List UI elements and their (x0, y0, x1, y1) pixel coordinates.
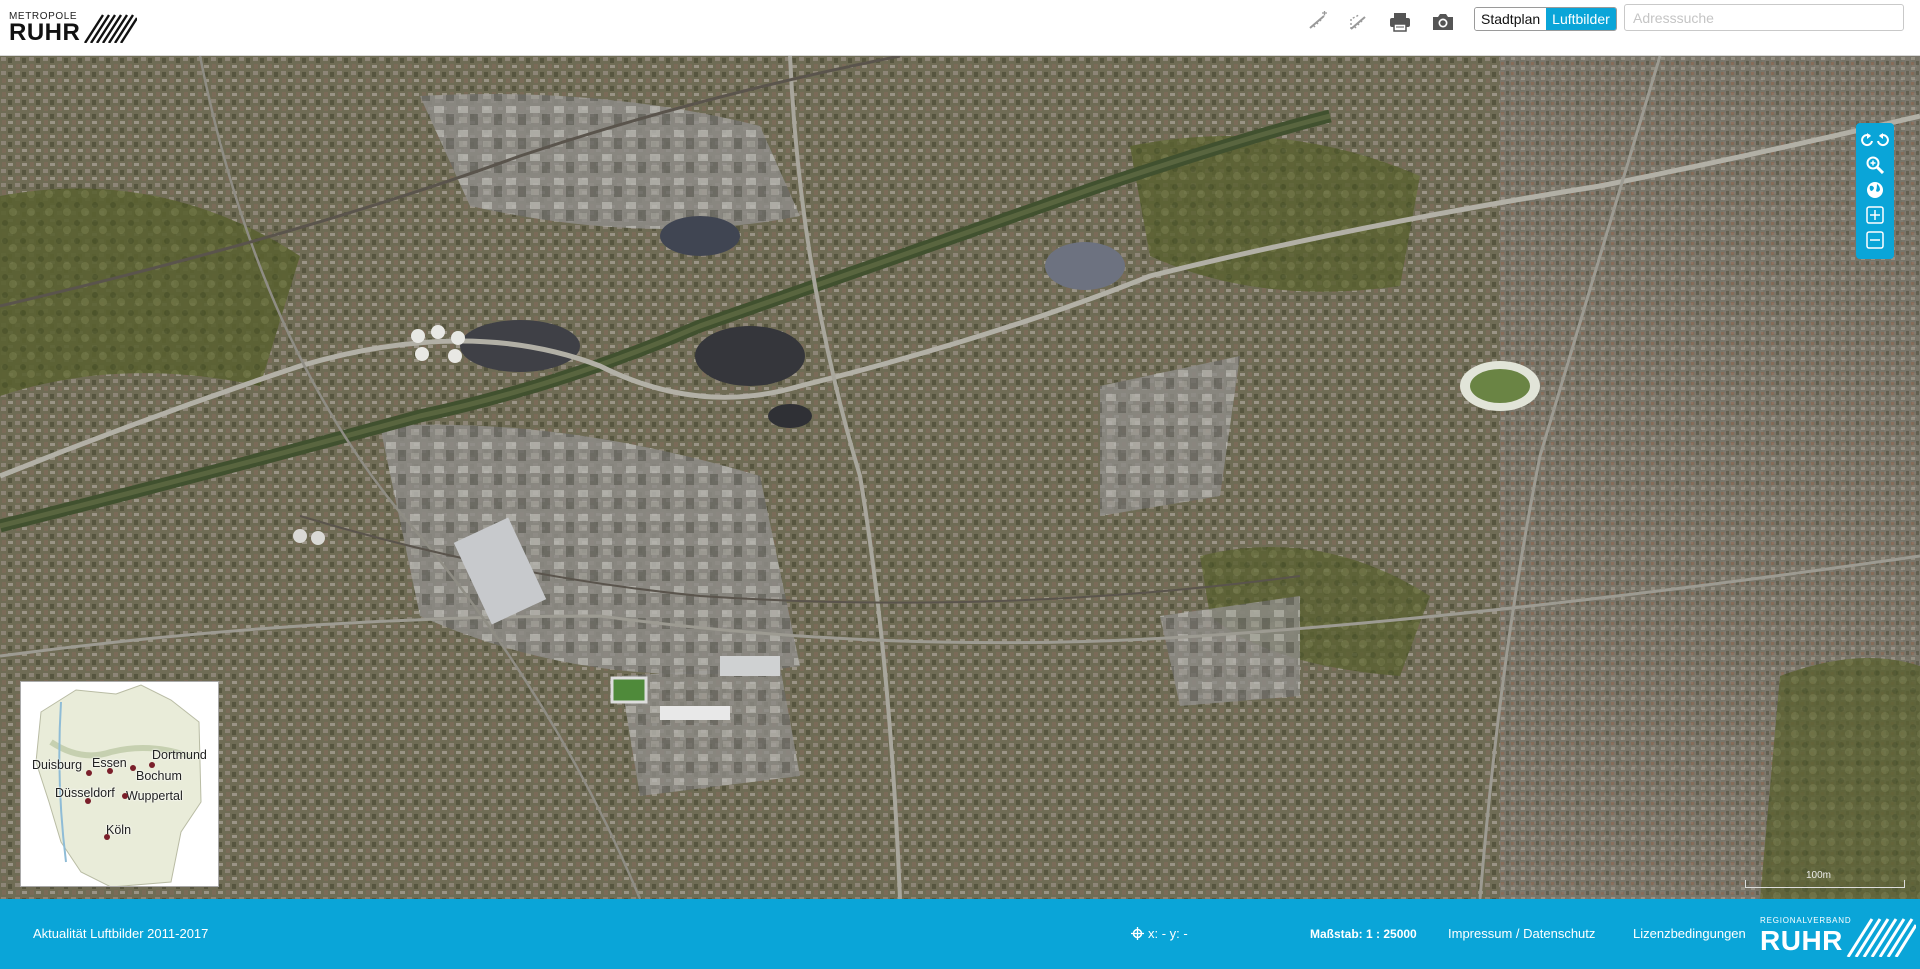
overview-region-shape (35, 684, 202, 886)
overview-dot-bochum (130, 765, 136, 771)
overview-map[interactable]: Dortmund Duisburg Essen Bochum Düsseldor… (20, 681, 219, 887)
metropole-ruhr-logo[interactable]: METROPOLE RUHR (9, 11, 137, 46)
zoom-in-button[interactable] (1856, 204, 1894, 226)
coordinate-readout: x: - y: - (1131, 926, 1188, 941)
overview-dot-koeln (104, 834, 110, 840)
scale-bar-label: 100m (1806, 870, 1832, 881)
rvr-logo-line1: REGIONALVERBAND (1760, 916, 1852, 925)
undo-redo-icon (1861, 133, 1889, 147)
impressum-link[interactable]: Impressum / Datenschutz (1448, 926, 1595, 941)
ruler-line-icon (1309, 11, 1327, 29)
printer-icon (1390, 13, 1410, 32)
coordinate-value: x: - y: - (1148, 926, 1188, 941)
aerial-date-info: Aktualität Luftbilder 2011-2017 (33, 926, 209, 941)
maptype-toggle: Stadtplan Luftbilder (1474, 7, 1617, 31)
screenshot-button[interactable] (1428, 7, 1458, 37)
measure-distance-button[interactable] (1303, 7, 1333, 37)
overview-city-dortmund: Dortmund (152, 748, 207, 762)
overview-dot-essen (107, 768, 113, 774)
zoom-box-button[interactable] (1856, 154, 1894, 176)
camera-icon (1433, 14, 1453, 30)
measure-area-button[interactable] (1343, 7, 1373, 37)
lizenz-link[interactable]: Lizenzbedingungen (1633, 926, 1746, 941)
crosshair-icon (1131, 927, 1144, 940)
undo-redo-button[interactable] (1856, 129, 1894, 151)
footer: Aktualität Luftbilder 2011-2017 x: - y: … (0, 899, 1920, 969)
zoom-magnifier-icon (1866, 156, 1884, 174)
logo-stripes-icon (83, 14, 137, 43)
print-button[interactable] (1385, 7, 1415, 37)
map-tools-panel (1856, 123, 1894, 259)
luftbilder-button[interactable]: Luftbilder (1546, 8, 1616, 30)
full-extent-button[interactable] (1856, 179, 1894, 201)
plus-square-icon (1866, 206, 1884, 224)
overview-city-bochum: Bochum (136, 769, 182, 783)
stadtplan-button[interactable]: Stadtplan (1475, 8, 1547, 30)
ruler-area-icon (1350, 14, 1366, 30)
header: METROPOLE RUHR Stadtplan Luftbilder Adre… (0, 0, 1920, 56)
rvr-logo[interactable]: REGIONALVERBAND RUHR (1760, 911, 1918, 957)
overview-city-wuppertal: Wuppertal (126, 789, 183, 803)
address-search-input[interactable] (1624, 4, 1904, 31)
overview-city-duisburg: Duisburg (32, 758, 83, 772)
minus-square-icon (1866, 231, 1884, 249)
overview-dot-wuppertal (122, 793, 128, 799)
aerial-imagery (0, 56, 1920, 899)
map-scale: Maßstab: 1 : 25000 (1310, 927, 1417, 941)
overview-dot-dortmund (149, 762, 155, 768)
globe-icon (1867, 182, 1883, 198)
overview-dot-duisburg (86, 770, 92, 776)
aerial-map[interactable]: Dortmund Duisburg Essen Bochum Düsseldor… (0, 56, 1920, 899)
zoom-out-button[interactable] (1856, 229, 1894, 251)
logo-line2: RUHR (9, 19, 81, 46)
overview-dot-duesseldorf (85, 798, 91, 804)
rvr-stripes-icon (1846, 918, 1916, 957)
rvr-logo-line2: RUHR (1760, 925, 1843, 956)
scale-bar (1745, 880, 1905, 888)
